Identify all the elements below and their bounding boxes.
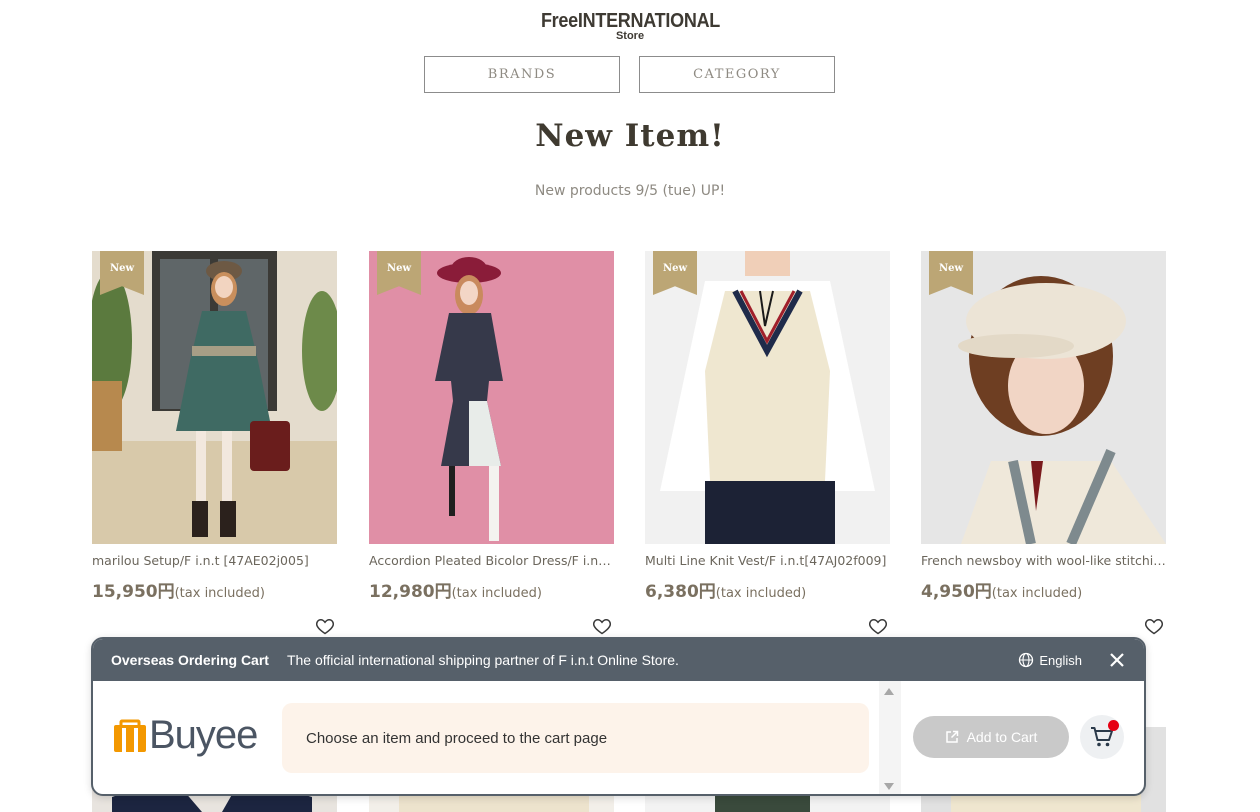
add-to-cart-button[interactable]: Add to Cart <box>913 716 1069 758</box>
product-image[interactable]: New <box>921 251 1166 544</box>
heart-icon[interactable] <box>1144 616 1164 636</box>
heart-icon[interactable] <box>868 616 888 636</box>
language-selector[interactable]: English <box>1018 652 1082 668</box>
tax-label: (tax included) <box>991 586 1083 601</box>
close-icon[interactable] <box>1108 651 1126 669</box>
buyee-title: Overseas Ordering Cart <box>111 652 269 668</box>
page-title: New Item! <box>535 118 725 154</box>
cart-message: Choose an item and proceed to the cart p… <box>282 703 869 773</box>
price-value: 6,380円 <box>645 582 716 602</box>
tax-label: (tax included) <box>451 586 542 601</box>
category-button[interactable]: CATEGORY <box>639 56 835 93</box>
store-logo[interactable]: FreeINTERNATIONAL Store <box>0 10 1260 42</box>
product-price: 15,950円(tax included) <box>92 577 337 602</box>
product-name[interactable]: marilou Setup/F i.n.t [47AE02j005] <box>92 553 337 568</box>
logo-main-text: FreeINTERNATIONAL <box>540 10 720 32</box>
buyee-cart-widget: Overseas Ordering Cart The official inte… <box>91 637 1146 796</box>
buyee-body: Buyee Choose an item and proceed to the … <box>93 681 1144 794</box>
product-price: 4,950円(tax included) <box>921 577 1166 602</box>
product-card[interactable]: New Multi Line Knit Vest/F i.n.t[47AJ02f… <box>645 251 890 635</box>
heart-icon[interactable] <box>592 616 612 636</box>
add-to-cart-label: Add to Cart <box>966 729 1038 745</box>
price-value: 15,950円 <box>92 582 175 602</box>
tax-label: (tax included) <box>174 586 265 601</box>
page-subtitle: New products 9/5 (tue) UP! <box>534 183 726 199</box>
brands-button[interactable]: BRANDS <box>424 56 620 93</box>
price-value: 12,980円 <box>369 582 452 602</box>
product-price: 12,980円(tax included) <box>369 577 614 602</box>
buyee-wordmark: Buyee <box>149 713 258 757</box>
buyee-header: Overseas Ordering Cart The official inte… <box>93 639 1144 681</box>
product-name[interactable]: Accordion Pleated Bicolor Dress/F i.n.t … <box>369 553 614 568</box>
main-nav: BRANDS CATEGORY <box>424 56 835 93</box>
external-link-icon <box>945 730 958 743</box>
buyee-tagline: The official international shipping part… <box>286 652 679 668</box>
product-name[interactable]: French newsboy with wool-like stitching/… <box>921 553 1166 568</box>
product-name[interactable]: Multi Line Knit Vest/F i.n.t[47AJ02f009] <box>645 553 890 568</box>
product-photo-dress <box>369 251 614 544</box>
buyee-box-icon <box>114 719 146 752</box>
language-label: English <box>1039 652 1082 668</box>
message-scrollbar[interactable] <box>879 681 901 794</box>
cart-notification-dot <box>1108 720 1119 731</box>
product-image[interactable]: New <box>92 251 337 544</box>
buyee-logo: Buyee <box>113 713 258 758</box>
product-photo-newsboy-cap <box>921 251 1166 544</box>
product-price: 6,380円(tax included) <box>645 577 890 602</box>
tax-label: (tax included) <box>715 586 807 601</box>
scroll-up-arrow[interactable] <box>884 688 894 695</box>
product-card[interactable]: New marilou Setup/F i.n.t [47AE02j005] 1… <box>92 251 337 635</box>
product-image[interactable]: New <box>369 251 614 544</box>
scroll-down-arrow[interactable] <box>884 783 894 790</box>
price-value: 4,950円 <box>921 582 992 602</box>
cart-button[interactable] <box>1080 715 1124 759</box>
product-photo-setup <box>92 251 337 544</box>
globe-icon <box>1019 652 1034 668</box>
product-image[interactable]: New <box>645 251 890 544</box>
heart-icon[interactable] <box>315 616 335 636</box>
product-card[interactable]: New Accordion Pleated Bicolor Dress/F i.… <box>369 251 614 635</box>
product-photo-knit-vest <box>645 251 890 544</box>
product-card[interactable]: New French newsboy with wool-like stitch… <box>921 251 1166 635</box>
